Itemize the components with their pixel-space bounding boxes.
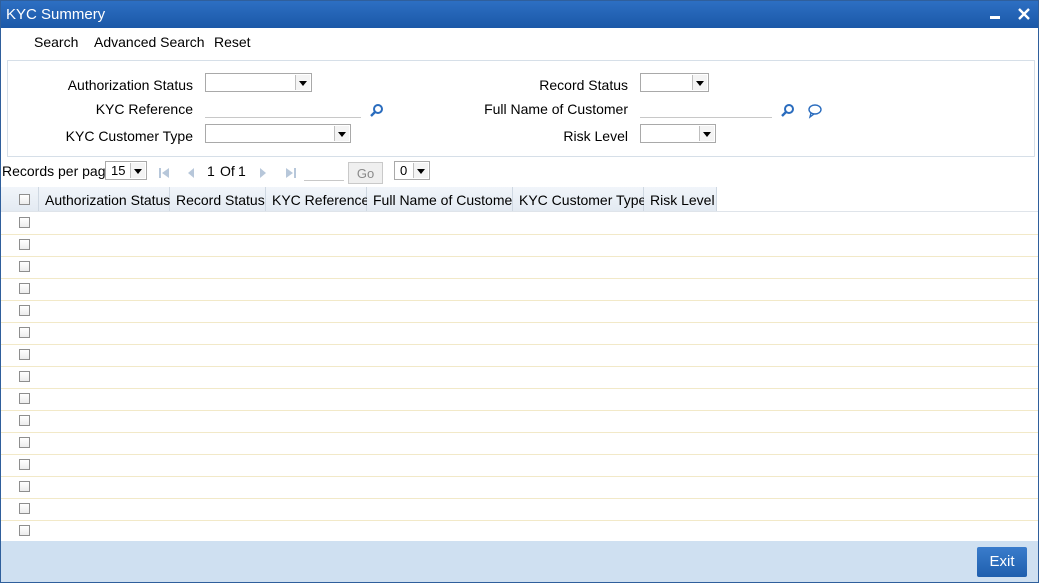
kyc-reference-input[interactable]	[205, 100, 361, 118]
results-table: Authorization Status Record Status KYC R…	[1, 187, 1038, 543]
menu-bar: Search Advanced Search Reset	[1, 28, 1038, 55]
row-checkbox[interactable]	[19, 525, 30, 536]
record-status-label: Record Status	[539, 77, 628, 93]
table-row[interactable]	[1, 278, 1038, 301]
select-all-checkbox[interactable]	[19, 194, 30, 205]
page-jump-input[interactable]	[304, 163, 344, 181]
advanced-search-menu-item[interactable]: Advanced Search	[94, 34, 205, 50]
kyc-summary-window: KYC Summery Search Advanced Search Reset…	[0, 0, 1039, 583]
table-row[interactable]	[1, 366, 1038, 389]
table-row[interactable]	[1, 498, 1038, 521]
row-checkbox[interactable]	[19, 371, 30, 382]
chevron-down-icon	[295, 75, 310, 90]
column-header-risk-level[interactable]: Risk Level	[644, 187, 717, 211]
page-options-select[interactable]: 0	[394, 161, 430, 180]
records-per-page-select[interactable]: 15	[105, 161, 147, 180]
table-row[interactable]	[1, 322, 1038, 345]
full-name-label: Full Name of Customer	[484, 101, 628, 117]
last-page-icon[interactable]	[285, 166, 297, 178]
reset-menu-item[interactable]: Reset	[214, 34, 251, 50]
chevron-down-icon	[413, 163, 428, 178]
exit-button[interactable]: Exit	[977, 547, 1027, 577]
row-checkbox[interactable]	[19, 217, 30, 228]
row-checkbox[interactable]	[19, 437, 30, 448]
row-checkbox[interactable]	[19, 239, 30, 250]
row-checkbox[interactable]	[19, 261, 30, 272]
row-checkbox[interactable]	[19, 305, 30, 316]
current-page: 1	[207, 163, 215, 179]
column-header-record-status[interactable]: Record Status	[170, 187, 266, 211]
table-row[interactable]	[1, 234, 1038, 257]
footer-bar: Exit	[1, 541, 1038, 582]
record-status-select[interactable]	[640, 73, 709, 92]
table-row[interactable]	[1, 520, 1038, 543]
row-checkbox[interactable]	[19, 481, 30, 492]
comment-icon[interactable]	[807, 103, 823, 119]
total-pages: 1	[238, 163, 246, 179]
search-menu-item[interactable]: Search	[34, 34, 78, 50]
authorization-status-select[interactable]	[205, 73, 312, 92]
pagination-bar: Records per page 15 1 Of 1 Go 0	[1, 158, 1038, 186]
row-checkbox[interactable]	[19, 503, 30, 514]
kyc-customer-type-select[interactable]	[205, 124, 351, 143]
row-checkbox[interactable]	[19, 393, 30, 404]
column-header-kyc-customer-type[interactable]: KYC Customer Type	[513, 187, 646, 211]
minimize-icon[interactable]	[987, 5, 1005, 23]
go-button[interactable]: Go	[348, 162, 383, 184]
row-checkbox[interactable]	[19, 459, 30, 470]
full-name-input[interactable]	[640, 100, 772, 118]
select-all-cell	[1, 187, 39, 211]
table-row[interactable]	[1, 476, 1038, 499]
risk-level-select[interactable]	[640, 124, 716, 143]
first-page-icon[interactable]	[158, 166, 170, 178]
chevron-down-icon	[692, 75, 707, 90]
risk-level-label: Risk Level	[563, 128, 628, 144]
chevron-down-icon	[699, 126, 714, 141]
row-checkbox[interactable]	[19, 327, 30, 338]
records-per-page-label: Records per page	[2, 163, 114, 179]
row-checkbox[interactable]	[19, 415, 30, 426]
title-bar: KYC Summery	[1, 1, 1038, 28]
of-label: Of	[220, 163, 235, 179]
search-icon[interactable]	[369, 103, 385, 119]
column-header-kyc-reference[interactable]: KYC Reference	[266, 187, 369, 211]
close-icon[interactable]	[1015, 5, 1033, 23]
kyc-reference-label: KYC Reference	[95, 101, 193, 117]
search-criteria-panel: Authorization Status KYC Reference KYC C…	[7, 60, 1035, 157]
table-row[interactable]	[1, 388, 1038, 411]
table-row[interactable]	[1, 212, 1038, 235]
window-title: KYC Summery	[6, 6, 106, 23]
column-header-full-name[interactable]: Full Name of Customer	[367, 187, 517, 211]
next-page-icon[interactable]	[257, 166, 269, 178]
row-checkbox[interactable]	[19, 283, 30, 294]
table-row[interactable]	[1, 256, 1038, 279]
table-row[interactable]	[1, 454, 1038, 477]
previous-page-icon[interactable]	[185, 166, 197, 178]
table-row[interactable]	[1, 300, 1038, 323]
chevron-down-icon	[130, 163, 145, 178]
row-checkbox[interactable]	[19, 349, 30, 360]
search-icon[interactable]	[780, 103, 796, 119]
table-row[interactable]	[1, 432, 1038, 455]
table-header: Authorization Status Record Status KYC R…	[1, 187, 1038, 212]
table-row[interactable]	[1, 410, 1038, 433]
column-header-authorization-status[interactable]: Authorization Status	[39, 187, 170, 211]
table-row[interactable]	[1, 344, 1038, 367]
authorization-status-label: Authorization Status	[67, 77, 193, 93]
chevron-down-icon	[334, 126, 349, 141]
kyc-customer-type-label: KYC Customer Type	[65, 128, 193, 144]
